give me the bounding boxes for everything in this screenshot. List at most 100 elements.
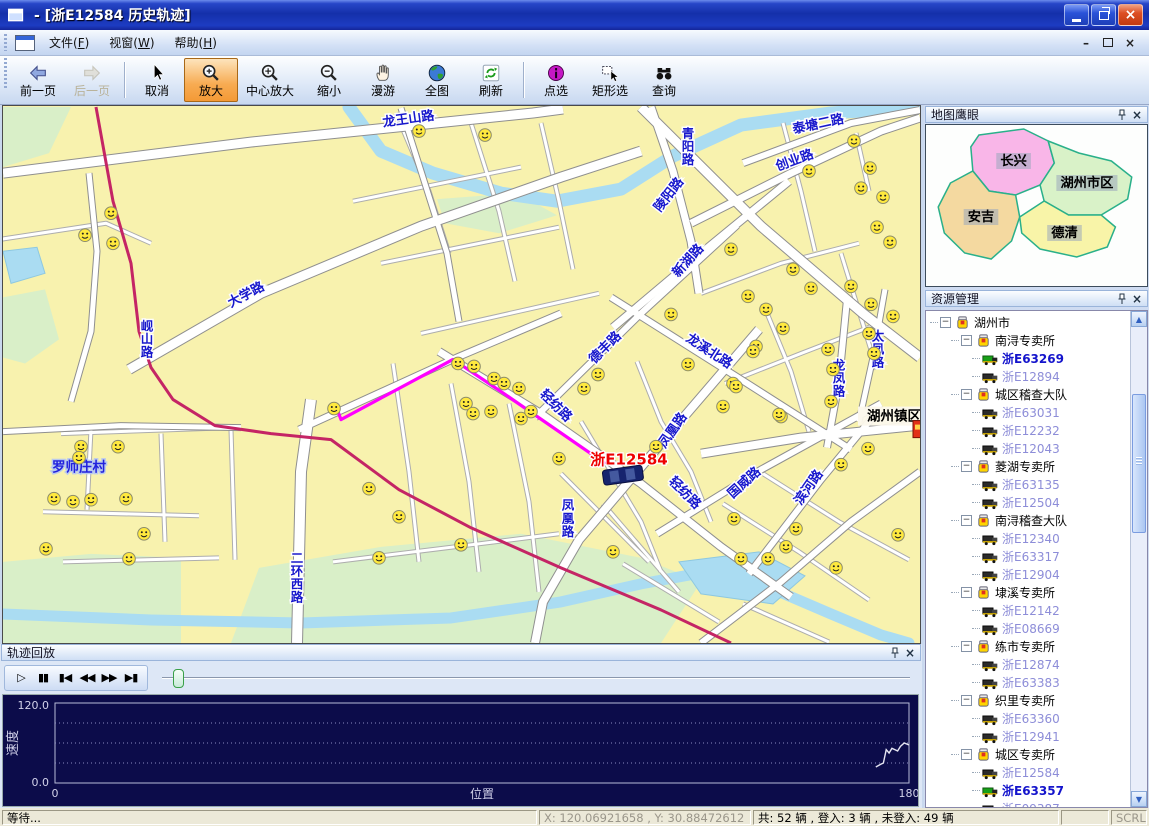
- scroll-up-button[interactable]: ▲: [1131, 311, 1147, 327]
- close-icon[interactable]: ×: [1132, 294, 1142, 304]
- tree-expand-toggle[interactable]: −: [961, 461, 972, 472]
- rewind-button[interactable]: ◀◀: [77, 668, 97, 688]
- vehicle-marker[interactable]: [67, 495, 80, 508]
- vehicle-marker[interactable]: [468, 360, 481, 373]
- vehicle-marker[interactable]: [773, 408, 786, 421]
- vehicle-marker[interactable]: [123, 553, 136, 566]
- query-button[interactable]: 查询: [637, 58, 691, 102]
- overview-map[interactable]: 长兴湖州市区安吉德清: [925, 124, 1148, 287]
- vehicle-marker[interactable]: [735, 553, 748, 566]
- pin-icon[interactable]: [890, 647, 900, 659]
- close-icon[interactable]: ×: [905, 648, 915, 658]
- refresh-button[interactable]: 刷新: [464, 58, 518, 102]
- vehicle-marker[interactable]: [805, 282, 818, 295]
- tree-item-vehicle[interactable]: 浙E12043: [926, 439, 1130, 457]
- tree-item-group[interactable]: −城区稽查大队: [926, 385, 1130, 403]
- vehicle-marker[interactable]: [73, 451, 86, 464]
- tree-item-vehicle[interactable]: 浙E08669: [926, 619, 1130, 637]
- vehicle-marker[interactable]: [120, 492, 133, 505]
- overview-map-canvas[interactable]: 长兴湖州市区安吉德清: [926, 125, 1147, 286]
- vehicle-marker[interactable]: [845, 280, 858, 293]
- vehicle-marker[interactable]: [855, 182, 868, 195]
- zoom-in-button[interactable]: 放大: [184, 58, 238, 102]
- tree-item-vehicle[interactable]: 浙E12340: [926, 529, 1130, 547]
- close-button[interactable]: ×: [1118, 4, 1143, 26]
- vehicle-marker[interactable]: [498, 377, 511, 390]
- playback-slider-thumb[interactable]: [173, 669, 184, 688]
- vehicle-marker[interactable]: [742, 290, 755, 303]
- vehicle-marker[interactable]: [835, 458, 848, 471]
- tree-expand-toggle[interactable]: −: [961, 749, 972, 760]
- vehicle-marker[interactable]: [452, 357, 465, 370]
- vehicle-marker[interactable]: [848, 135, 861, 148]
- play-button[interactable]: ▷: [11, 668, 31, 688]
- pause-button[interactable]: ▮▮: [33, 668, 53, 688]
- vehicle-marker[interactable]: [865, 298, 878, 311]
- pin-icon[interactable]: [1117, 109, 1127, 121]
- vehicle-marker[interactable]: [728, 512, 741, 525]
- tree-item-vehicle[interactable]: 浙E12904: [926, 565, 1130, 583]
- vehicle-marker[interactable]: [790, 522, 803, 535]
- vehicle-marker[interactable]: [592, 368, 605, 381]
- vehicle-marker[interactable]: [863, 327, 876, 340]
- tree-item-vehicle[interactable]: 浙E12504: [926, 493, 1130, 511]
- tree-item-group[interactable]: −南浔专卖所: [926, 331, 1130, 349]
- cancel-button[interactable]: 取消: [130, 58, 184, 102]
- tree-expand-toggle[interactable]: −: [961, 641, 972, 652]
- tree-item-vehicle[interactable]: 浙E63317: [926, 547, 1130, 565]
- vehicle-marker[interactable]: [650, 440, 663, 453]
- vehicle-marker[interactable]: [40, 543, 53, 556]
- tree-item-group[interactable]: −城区专卖所: [926, 745, 1130, 763]
- mdi-close-button[interactable]: ×: [1121, 35, 1139, 51]
- document-icon[interactable]: [15, 35, 35, 51]
- vehicle-marker[interactable]: [107, 237, 120, 250]
- full-extent-button[interactable]: 全图: [410, 58, 464, 102]
- vehicle-marker[interactable]: [112, 440, 125, 453]
- tree-item-vehicle[interactable]: 浙E63383: [926, 673, 1130, 691]
- tree-item-group[interactable]: −织里专卖所: [926, 691, 1130, 709]
- menu-item[interactable]: 文件(F): [39, 33, 99, 53]
- vehicle-marker[interactable]: [822, 343, 835, 356]
- vehicle-marker[interactable]: [553, 452, 566, 465]
- vehicle-marker[interactable]: [747, 345, 760, 358]
- scroll-thumb[interactable]: [1132, 394, 1146, 533]
- point-select-button[interactable]: 点选: [529, 58, 583, 102]
- tree-item-vehicle[interactable]: 浙E63360: [926, 709, 1130, 727]
- vehicle-marker[interactable]: [513, 382, 526, 395]
- vehicle-marker[interactable]: [717, 400, 730, 413]
- tree-item-vehicle[interactable]: 浙E12584: [926, 763, 1130, 781]
- vehicle-marker[interactable]: [525, 405, 538, 418]
- vehicle-marker[interactable]: [479, 129, 492, 142]
- map-viewport[interactable]: 龙王山路泰塘二路创业路青阳路陵阳路新湖路大学路岘山路德丰路龙溪北路轻纺路凤凰路轻…: [2, 105, 921, 644]
- vehicle-marker[interactable]: [485, 405, 498, 418]
- tree-item-city[interactable]: −湖州市: [926, 313, 1130, 331]
- restore-button[interactable]: [1091, 4, 1116, 26]
- zoom-out-button[interactable]: 缩小: [302, 58, 356, 102]
- tree-item-vehicle[interactable]: 浙E63031: [926, 403, 1130, 421]
- vehicle-marker[interactable]: [607, 546, 620, 559]
- tree-expand-toggle[interactable]: −: [961, 695, 972, 706]
- vehicle-marker[interactable]: [455, 539, 468, 552]
- prev-page-button[interactable]: 前一页: [11, 58, 65, 102]
- tree-item-vehicle[interactable]: 浙E09387: [926, 799, 1130, 807]
- vehicle-marker[interactable]: [363, 482, 376, 495]
- vehicle-marker[interactable]: [373, 552, 386, 565]
- vehicle-marker[interactable]: [725, 243, 738, 256]
- menu-item[interactable]: 帮助(H): [165, 33, 227, 53]
- tree-item-vehicle[interactable]: 浙E63135: [926, 475, 1130, 493]
- vehicle-marker[interactable]: [871, 221, 884, 234]
- menu-grip[interactable]: [4, 34, 7, 52]
- pin-icon[interactable]: [1117, 293, 1127, 305]
- playback-slider[interactable]: [162, 668, 912, 688]
- vehicle-marker[interactable]: [578, 382, 591, 395]
- vehicle-marker[interactable]: [393, 510, 406, 523]
- toolbar-grip[interactable]: [4, 58, 7, 89]
- vehicle-marker[interactable]: [864, 162, 877, 175]
- vehicle-marker[interactable]: [884, 236, 897, 249]
- tree-expand-toggle[interactable]: −: [961, 515, 972, 526]
- zoom-center-button[interactable]: 中心放大: [238, 58, 302, 102]
- tree-item-vehicle[interactable]: 浙E12142: [926, 601, 1130, 619]
- tree-expand-toggle[interactable]: −: [961, 587, 972, 598]
- vehicle-marker[interactable]: [787, 263, 800, 276]
- tree-item-vehicle[interactable]: 浙E63269: [926, 349, 1130, 367]
